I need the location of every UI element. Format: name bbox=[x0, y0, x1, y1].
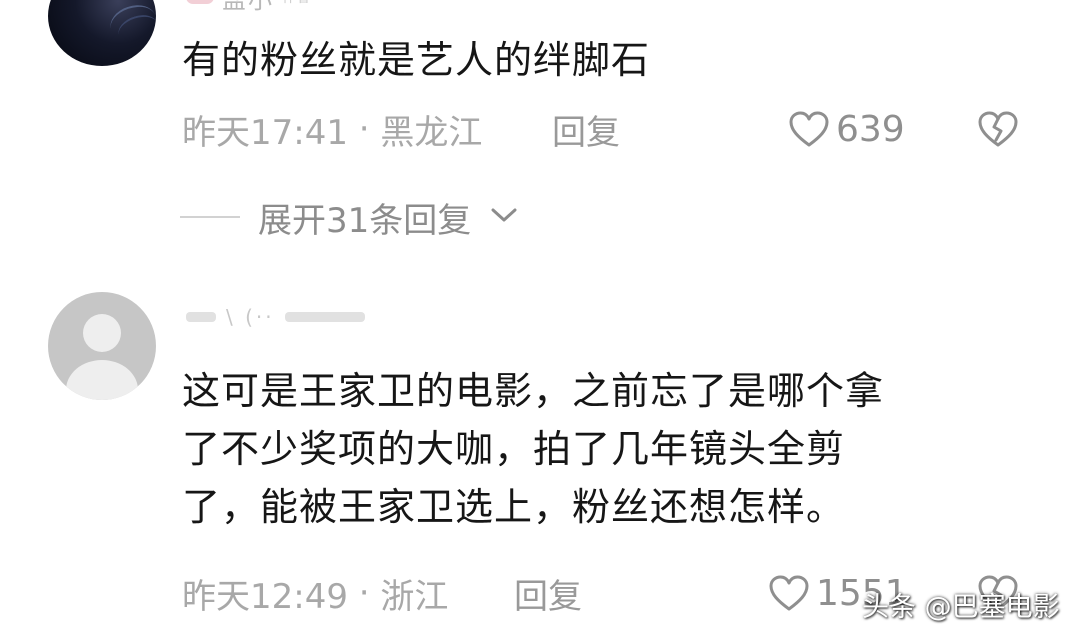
badge-icon bbox=[186, 0, 214, 4]
heart-outline-icon bbox=[788, 110, 830, 148]
comment-text-line: 了，能被王家卫选上，粉丝还想怎样。 bbox=[182, 485, 846, 529]
expand-replies-label[interactable]: 展开31条回复 bbox=[258, 193, 471, 242]
comment-location: 浙江 bbox=[380, 576, 449, 617]
meta-separator: · bbox=[347, 573, 381, 613]
dislike-button[interactable] bbox=[976, 108, 1020, 150]
comment-meta: 昨天12:49 · 浙江 bbox=[182, 572, 448, 617]
chevron-down-icon bbox=[489, 205, 519, 229]
comment-time: 昨天12:49 bbox=[182, 576, 348, 617]
heart-outline-icon bbox=[768, 574, 810, 612]
comment-username[interactable]: \ (·· bbox=[186, 300, 365, 334]
comment-text: 有的粉丝就是艺人的绊脚石 bbox=[182, 38, 651, 82]
blurred-username bbox=[284, 312, 365, 322]
username-tag: 作者 bbox=[282, 0, 310, 7]
avatar-body-shape bbox=[66, 360, 138, 400]
comment-time: 昨天17:41 bbox=[182, 112, 348, 153]
expand-replies-button[interactable]: 展开31条回复 bbox=[180, 196, 519, 241]
username-text[interactable]: 盐小 bbox=[222, 0, 274, 15]
user-avatar[interactable] bbox=[48, 0, 156, 66]
like-count: 639 bbox=[836, 108, 905, 150]
watermark-text: 头条 @巴塞电影 bbox=[862, 591, 1060, 623]
username-text[interactable]: \ (·· bbox=[226, 305, 275, 329]
reply-button[interactable]: 回复 bbox=[514, 572, 582, 617]
default-avatar[interactable] bbox=[48, 292, 156, 400]
like-button[interactable]: 639 bbox=[788, 108, 905, 150]
divider-line bbox=[180, 216, 240, 218]
comment-username[interactable]: 盐小 作者 bbox=[186, 0, 310, 14]
comment-location: 黑龙江 bbox=[380, 112, 483, 153]
comment-text-line: 这可是王家卫的电影，之前忘了是哪个拿 bbox=[182, 369, 885, 413]
comment-meta: 昨天17:41 · 黑龙江 bbox=[182, 108, 482, 153]
comment-text: 这可是王家卫的电影，之前忘了是哪个拿 了不少奖项的大咖，拍了几年镜头全剪 了，能… bbox=[182, 362, 884, 536]
meta-separator: · bbox=[347, 109, 381, 149]
blurred-username bbox=[186, 312, 216, 322]
broken-heart-icon bbox=[976, 110, 1020, 148]
comment-text-line: 了不少奖项的大咖，拍了几年镜头全剪 bbox=[182, 427, 846, 471]
reply-button[interactable]: 回复 bbox=[552, 108, 620, 153]
avatar-head-shape bbox=[83, 314, 121, 352]
